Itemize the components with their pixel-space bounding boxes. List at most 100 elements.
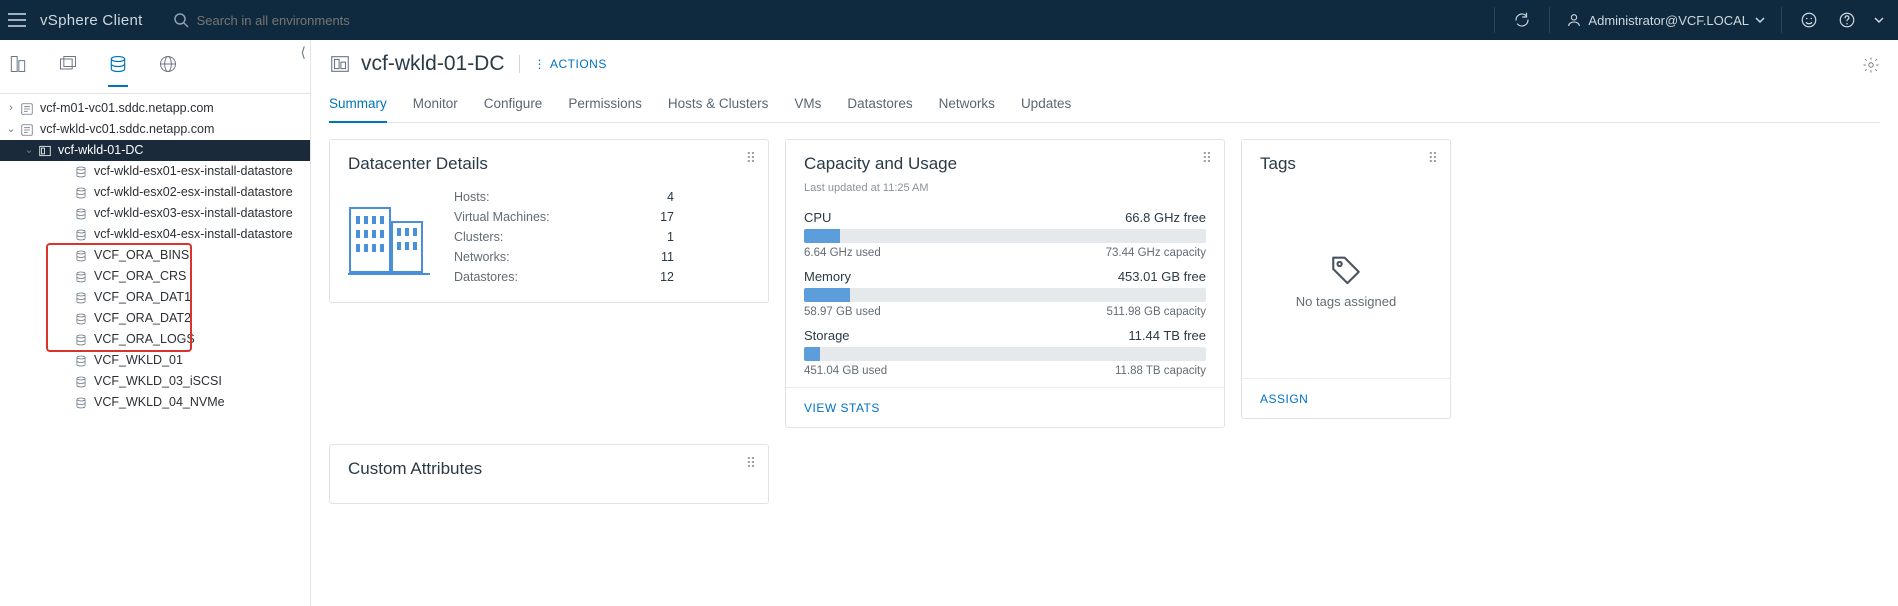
nav-hosts-clusters[interactable] [8,54,28,87]
tree-item-ds7[interactable]: VCF_ORA_DAT1 [0,287,310,308]
expander-icon[interactable]: ⌄ [4,121,18,138]
user-menu[interactable]: Administrator@VCF.LOCAL [1560,12,1771,28]
app-body: ⟨ ›vcf-m01-vc01.sddc.netapp.com⌄vcf-wkld… [0,40,1898,606]
card-drag-handle[interactable]: ⠿ [1428,150,1440,167]
db-icon [74,228,88,242]
db-icon [74,375,88,389]
help-dropdown[interactable] [1868,0,1890,40]
smiley-icon [1800,11,1818,29]
datacenter-icon [329,53,351,75]
detail-value: 1 [604,230,674,244]
actions-label: ACTIONS [550,57,607,71]
tab-updates[interactable]: Updates [1021,90,1071,122]
tree-item-label: vcf-m01-vc01.sddc.netapp.com [40,99,214,118]
user-label: Administrator@VCF.LOCAL [1588,13,1749,28]
search-box[interactable] [173,12,457,28]
db-icon [74,165,88,179]
metric-cpu: CPU66.8 GHz free6.64 GHz used73.44 GHz c… [804,210,1206,259]
topbar-left: vSphere Client [8,12,457,29]
metric-capacity: 73.44 GHz capacity [1106,247,1206,259]
card-drag-handle[interactable]: ⠿ [746,150,758,167]
tree-item-label: VCF_ORA_LOGS [94,330,195,349]
card-custom-attributes: ⠿ Custom Attributes [329,444,769,504]
tab-networks[interactable]: Networks [939,90,995,122]
refresh-button[interactable] [1505,0,1539,40]
tree-item-label: vcf-wkld-esx02-esx-install-datastore [94,183,293,202]
tree-item-ds2[interactable]: vcf-wkld-esx02-esx-install-datastore [0,182,310,203]
detail-value: 17 [604,210,674,224]
tab-vms[interactable]: VMs [794,90,821,122]
search-icon [173,12,189,28]
tab-datastores[interactable]: Datastores [847,90,912,122]
tree-item-label: VCF_WKLD_01 [94,351,183,370]
tree-item-ds12[interactable]: VCF_WKLD_04_NVMe [0,392,310,413]
assign-tags-link[interactable]: ASSIGN [1260,392,1308,406]
nav-networking[interactable] [158,54,178,87]
metric-name: Memory [804,269,851,284]
tree-item-ds9[interactable]: VCF_ORA_LOGS [0,329,310,350]
vcenter-icon [20,102,34,116]
page-settings[interactable] [1862,56,1880,77]
tree-item-label: VCF_WKLD_04_NVMe [94,393,225,412]
db-icon [74,207,88,221]
nav-storage[interactable] [108,54,128,87]
capacity-body: CPU66.8 GHz free6.64 GHz used73.44 GHz c… [786,194,1224,377]
metric-storage: Storage11.44 TB free451.04 GB used11.88 … [804,328,1206,377]
db-icon [74,249,88,263]
card-subtitle: Last updated at 11:25 AM [786,182,1224,194]
tab-hosts-clusters[interactable]: Hosts & Clusters [668,90,769,122]
detail-key: Clusters: [454,230,604,244]
metric-capacity: 511.98 GB capacity [1106,306,1206,318]
nav-vms-templates[interactable] [58,54,78,87]
sidebar-collapse[interactable]: ⟨ [301,44,306,61]
detail-value: 12 [604,270,674,284]
tree-item-label: vcf-wkld-esx01-esx-install-datastore [94,162,293,181]
detail-value: 4 [604,190,674,204]
card-title: Capacity and Usage [786,140,1224,182]
detail-key: Virtual Machines: [454,210,604,224]
datacenter-illustration [348,198,430,279]
metric-used: 451.04 GB used [804,365,887,377]
tree-item-root2[interactable]: ⌄ vcf-wkld-vc01.sddc.netapp.com [0,119,310,140]
expander-icon[interactable]: › [4,100,18,117]
tab-configure[interactable]: Configure [484,90,543,122]
tab-summary[interactable]: Summary [329,90,387,123]
search-input[interactable] [197,13,457,28]
tree-item-ds1[interactable]: vcf-wkld-esx01-esx-install-datastore [0,161,310,182]
card-capacity: ⠿ Capacity and Usage Last updated at 11:… [785,139,1225,428]
tree-item-ds11[interactable]: VCF_WKLD_03_iSCSI [0,371,310,392]
tree-item-root1[interactable]: › vcf-m01-vc01.sddc.netapp.com [0,98,310,119]
tree-item-dc1[interactable]: ⌄vcf-wkld-01-DC [0,140,310,161]
topbar: vSphere Client Administrator@VCF.LOCAL [0,0,1898,40]
menu-icon[interactable] [8,13,26,27]
feedback-button[interactable] [1792,0,1826,40]
tree-item-label: VCF_WKLD_03_iSCSI [94,372,222,391]
detail-key: Datastores: [454,270,604,284]
actions-menu[interactable]: ⋮ACTIONS [534,57,607,71]
tree-item-ds4[interactable]: vcf-wkld-esx04-esx-install-datastore [0,224,310,245]
tree-item-label: vcf-wkld-vc01.sddc.netapp.com [40,120,214,139]
help-button[interactable] [1830,0,1864,40]
page-title: vcf-wkld-01-DC [361,52,505,76]
usage-bar [804,347,1206,361]
tree-item-ds10[interactable]: VCF_WKLD_01 [0,350,310,371]
cards-row: ⠿ Datacenter Details [311,123,1898,444]
tree-item-ds6[interactable]: VCF_ORA_CRS [0,266,310,287]
datacenter-icon [38,144,52,158]
card-drag-handle[interactable]: ⠿ [746,455,758,472]
card-tags: ⠿ Tags No tags assigned ASSIGN [1241,139,1451,419]
tab-monitor[interactable]: Monitor [413,90,458,122]
tree-item-ds3[interactable]: vcf-wkld-esx03-esx-install-datastore [0,203,310,224]
tree-item-ds8[interactable]: VCF_ORA_DAT2 [0,308,310,329]
view-stats-link[interactable]: VIEW STATS [804,401,880,415]
db-icon [74,354,88,368]
card-drag-handle[interactable]: ⠿ [1202,150,1214,167]
chevron-down-icon [1874,15,1884,25]
tree-item-label: VCF_ORA_DAT1 [94,288,191,307]
tree-item-ds5[interactable]: VCF_ORA_BINS [0,245,310,266]
detail-key: Networks: [454,250,604,264]
db-icon [74,312,88,326]
db-icon [74,270,88,284]
expander-icon[interactable]: ⌄ [22,142,36,159]
tab-permissions[interactable]: Permissions [568,90,642,122]
